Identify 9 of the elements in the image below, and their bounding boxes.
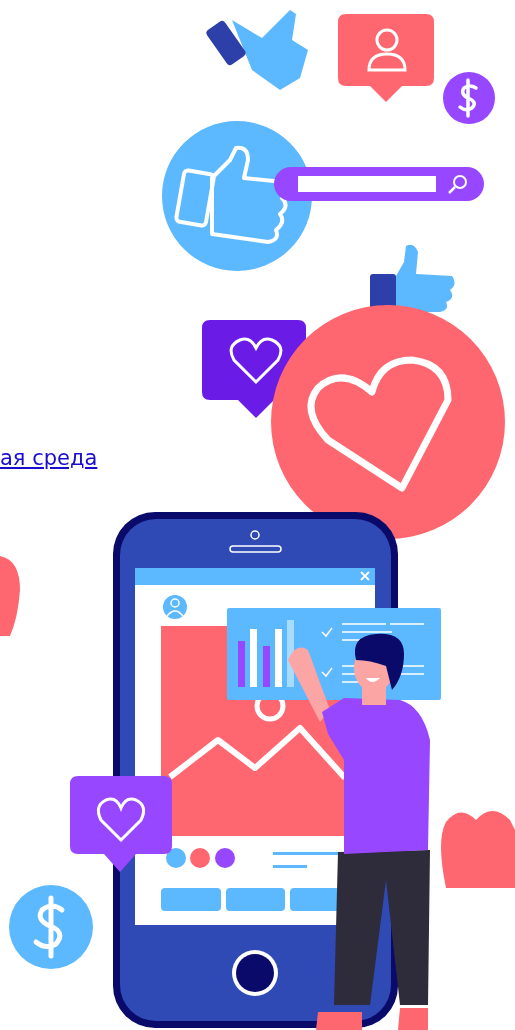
dollar-icon bbox=[443, 72, 495, 124]
thumbs-up-icon bbox=[162, 121, 312, 271]
search-bar-icon bbox=[274, 167, 484, 201]
heart-bubble-icon bbox=[70, 776, 172, 872]
link[interactable]: ая среда bbox=[0, 446, 98, 470]
profile-bubble-icon bbox=[338, 14, 434, 102]
dollar-icon bbox=[9, 885, 93, 969]
thumbs-up-icon bbox=[370, 244, 455, 314]
thumbs-up-icon bbox=[204, 10, 308, 90]
